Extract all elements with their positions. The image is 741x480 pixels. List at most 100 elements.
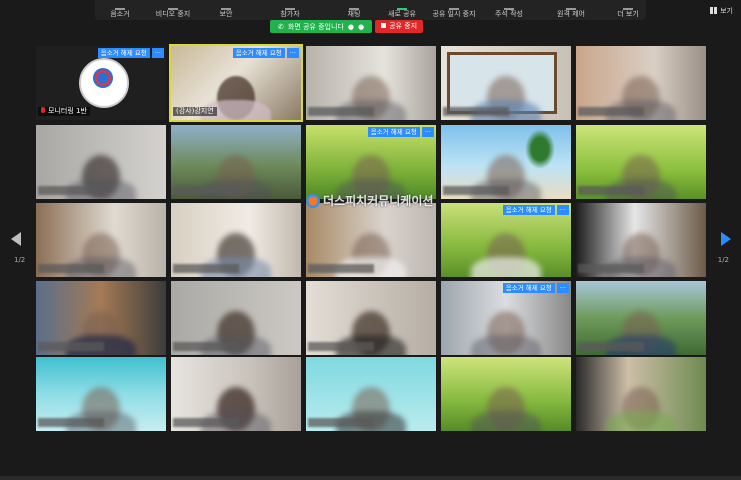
blurred-name (308, 107, 374, 116)
mute-request-badge[interactable]: 음소거 해제 요청 (97, 48, 150, 58)
video-tile[interactable]: 음소거 해제 요청 ··· (441, 203, 571, 277)
mouse-pointer-icon (566, 0, 576, 10)
ellipsis-icon (623, 0, 633, 10)
pencil-icon (504, 0, 514, 10)
video-tile[interactable] (441, 357, 571, 431)
grid-view-icon (710, 7, 718, 14)
blurred-name (38, 418, 104, 427)
tile-more-button[interactable]: ··· (286, 48, 299, 58)
blurred-name (173, 418, 239, 427)
video-tile[interactable] (36, 125, 166, 199)
video-tile[interactable] (171, 357, 301, 431)
blurred-name (38, 186, 104, 195)
video-camera-icon (168, 0, 178, 10)
pause-share-button[interactable]: 공유 일시 중지 (429, 0, 479, 19)
video-tile[interactable] (36, 357, 166, 431)
chat-icon (349, 0, 359, 10)
share-status-bar: ✆ 화면 공유 중입니다 ● ● 공유 중지 (270, 20, 424, 33)
stop-video-button[interactable]: 비디오 중지 (148, 0, 198, 19)
blurred-name (308, 342, 374, 351)
blurred-name (38, 342, 104, 351)
share-status-pill[interactable]: ✆ 화면 공유 중입니다 ● ● (270, 20, 373, 33)
blurred-name (578, 264, 644, 273)
mute-request-badge[interactable]: 음소거 해제 요청 (367, 127, 420, 137)
organization-logo (79, 58, 129, 108)
participants-icon (285, 0, 295, 10)
muted-mic-icon (41, 107, 45, 113)
mute-request-badge[interactable]: 음소거 해제 요청 (232, 48, 285, 58)
remote-control-button[interactable]: 원격 제어 (546, 0, 596, 19)
tile-badges: 음소거 해제 요청 ··· (232, 48, 299, 58)
next-page-arrow-icon[interactable] (721, 232, 731, 246)
mute-request-badge[interactable]: 음소거 해제 요청 (502, 205, 555, 215)
shield-icon (221, 0, 231, 10)
video-tile[interactable]: 음소거 해제 요청 ··· (강사)강지연 (169, 44, 303, 122)
tile-badges: 음소거 해제 요청 ··· (97, 48, 164, 58)
video-tile[interactable] (576, 46, 706, 120)
pause-icon (449, 0, 459, 10)
security-button[interactable]: 보안 (201, 0, 251, 19)
blurred-name (443, 186, 509, 195)
video-tile[interactable] (576, 203, 706, 277)
tile-more-button[interactable]: ··· (556, 205, 569, 215)
blurred-name (578, 342, 644, 351)
company-watermark: 더스피치커뮤니케이션 (306, 192, 433, 209)
video-tile[interactable]: 음소거 해제 요청 ··· (441, 281, 571, 355)
video-tile[interactable] (306, 203, 436, 277)
tile-badges: 음소거 해제 요청 ··· (502, 283, 569, 293)
blurred-name (578, 107, 644, 116)
phone-icon: ✆ (278, 22, 284, 31)
page-indicator-left: 1/2 (14, 256, 26, 264)
video-tile[interactable] (576, 357, 706, 431)
view-button[interactable]: 보기 (710, 6, 733, 16)
stop-share-button[interactable]: 공유 중지 (375, 20, 424, 33)
mute-button[interactable]: 음소거 (95, 0, 145, 19)
blurred-name (443, 107, 509, 116)
blurred-name (173, 264, 239, 273)
tile-badges: 음소거 해제 요청 ··· (367, 127, 434, 137)
video-tile[interactable] (306, 46, 436, 120)
tile-more-button[interactable]: ··· (556, 283, 569, 293)
tile-more-button[interactable]: ··· (151, 48, 164, 58)
video-tile[interactable] (36, 281, 166, 355)
video-tile[interactable] (36, 203, 166, 277)
video-tile[interactable] (306, 281, 436, 355)
blurred-name (578, 186, 644, 195)
gallery-grid: 음소거 해제 요청 ··· 모니터링 1반 음소거 해제 요청 ··· (강사)… (36, 44, 706, 431)
blurred-name (308, 264, 374, 273)
microphone-icon (115, 0, 125, 10)
blurred-name (38, 264, 104, 273)
video-tile[interactable] (171, 125, 301, 199)
company-logo-icon (306, 194, 320, 208)
bottom-strip (0, 476, 741, 480)
video-tile[interactable]: 음소거 해제 요청 ··· 모니터링 1반 (36, 46, 166, 120)
page-indicator-right: 1/2 (717, 256, 729, 264)
video-tile[interactable]: 음소거 해제 요청 ··· (306, 125, 436, 199)
mute-request-badge[interactable]: 음소거 해제 요청 (502, 283, 555, 293)
more-button[interactable]: 더 보기 (603, 0, 653, 19)
video-tile[interactable] (441, 46, 571, 120)
annotate-button[interactable]: 주석 작성 (484, 0, 534, 19)
stop-square-icon (381, 23, 387, 28)
previous-page-arrow-icon[interactable] (11, 232, 21, 246)
video-tile[interactable] (171, 281, 301, 355)
blurred-name (173, 342, 239, 351)
video-tile[interactable] (171, 203, 301, 277)
video-tile[interactable] (441, 125, 571, 199)
mic-status-icon: ● (347, 22, 354, 31)
participant-name: (강사)강지연 (173, 107, 217, 116)
video-status-icon: ● (357, 22, 365, 31)
video-tile[interactable] (576, 281, 706, 355)
video-tile[interactable] (306, 357, 436, 431)
participants-button[interactable]: 참가자 (265, 0, 315, 19)
blurred-name (173, 186, 239, 195)
meeting-toolbar: 음소거 비디오 중지 보안 참가자 채팅 새로 공유 공유 일시 중지 주석 작… (95, 0, 646, 20)
tile-more-button[interactable]: ··· (421, 127, 434, 137)
blurred-name (308, 418, 374, 427)
video-tile[interactable] (576, 125, 706, 199)
new-share-button[interactable]: 새로 공유 (377, 0, 427, 19)
share-screen-icon (397, 0, 407, 10)
tile-badges: 음소거 해제 요청 ··· (502, 205, 569, 215)
participant-name: 모니터링 1반 (38, 107, 90, 116)
chat-button[interactable]: 채팅 (329, 0, 379, 19)
